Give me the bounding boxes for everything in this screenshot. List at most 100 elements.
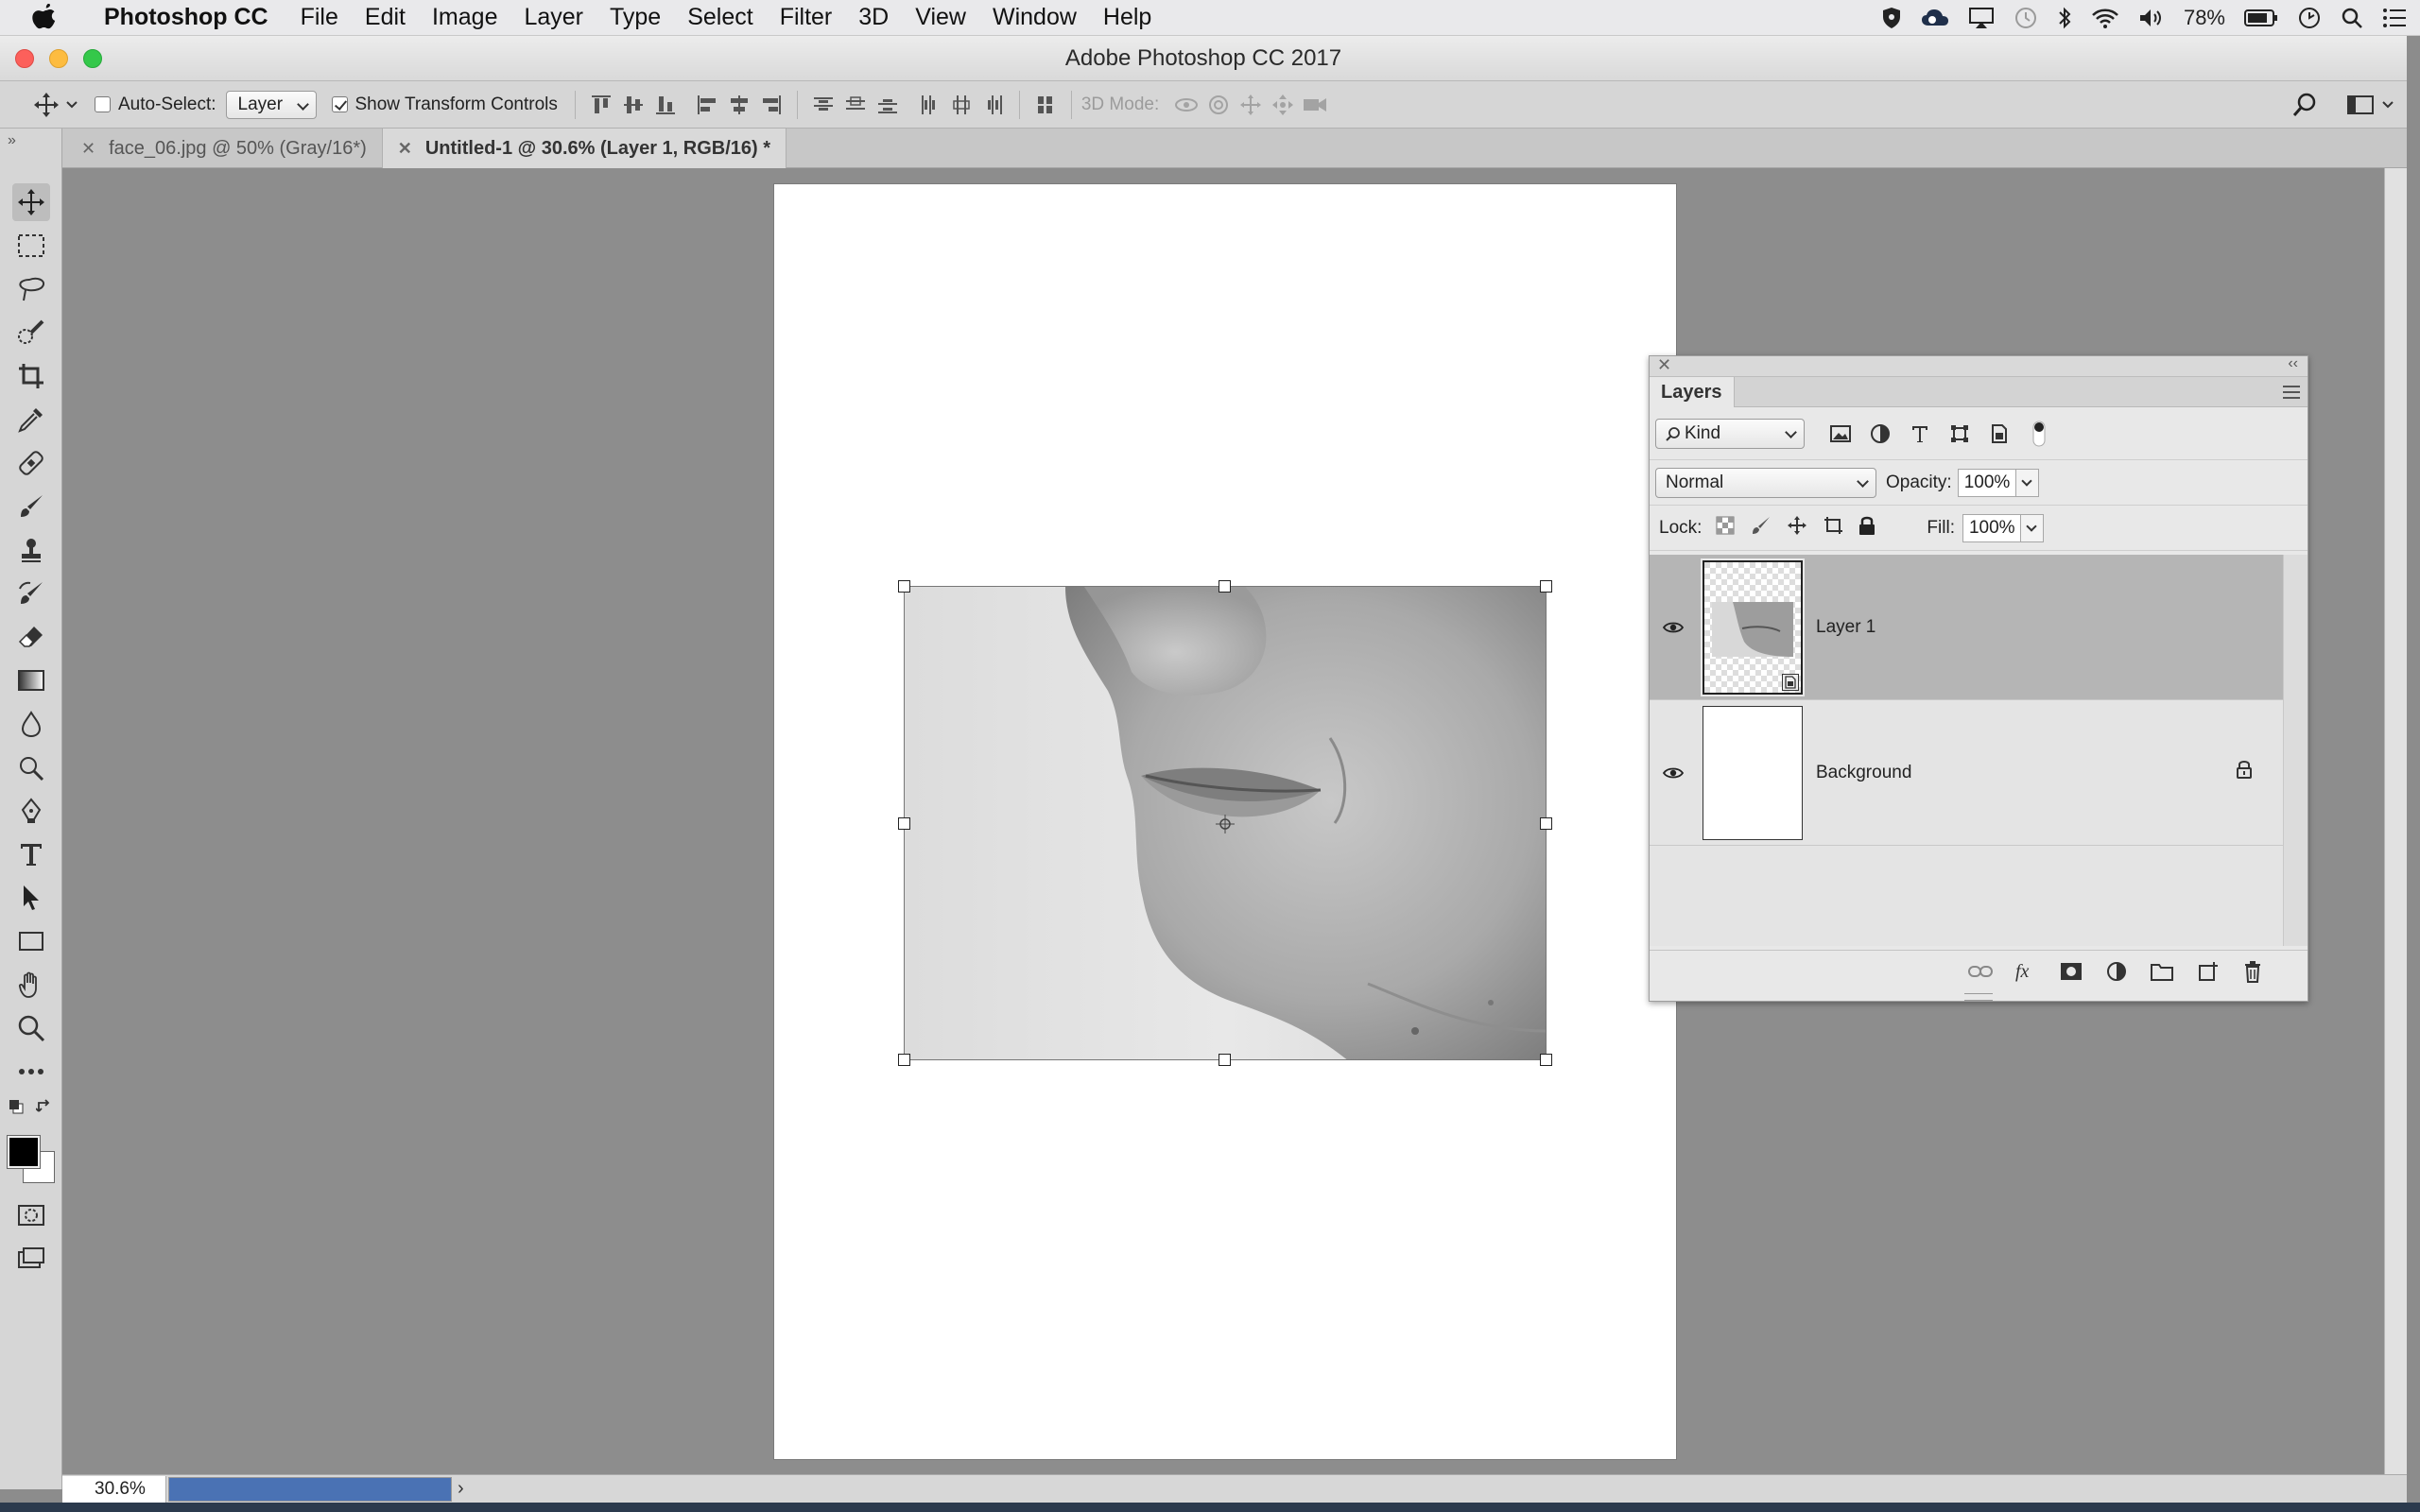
layer-row-layer-1[interactable]: Layer 1 — [1650, 555, 2283, 700]
link-layers-icon[interactable] — [1965, 956, 1996, 987]
menu-select[interactable]: Select — [674, 4, 766, 31]
layer-style-fx-icon[interactable]: fx — [2011, 956, 2041, 987]
panel-resize-grip[interactable] — [1964, 993, 1993, 1001]
workspace-switcher-icon[interactable] — [2344, 89, 2377, 121]
path-selection-tool-icon[interactable] — [12, 879, 50, 917]
zoom-level-field[interactable]: 30.6% — [62, 1475, 166, 1503]
transform-handle[interactable] — [898, 580, 910, 593]
shield-icon[interactable] — [1881, 7, 1902, 29]
lock-all-icon[interactable] — [1858, 515, 1876, 541]
menu-filter[interactable]: Filter — [767, 4, 846, 31]
distribute-left-icon[interactable] — [913, 89, 945, 121]
wifi-icon[interactable] — [2091, 7, 2119, 29]
menu-3d[interactable]: 3D — [845, 4, 902, 31]
filter-pixel-icon[interactable] — [1825, 419, 1856, 449]
move-tool-icon[interactable] — [12, 183, 50, 221]
adjustment-layer-icon[interactable] — [2101, 956, 2132, 987]
lock-position-icon[interactable] — [1787, 515, 1807, 541]
blend-mode-dropdown[interactable]: Normal — [1655, 467, 1876, 498]
new-layer-icon[interactable] — [2192, 956, 2222, 987]
opacity-dropdown-button[interactable] — [2015, 468, 2039, 497]
layer-name[interactable]: Background — [1816, 763, 1911, 783]
distribute-horizontal-center-icon[interactable] — [945, 89, 977, 121]
swap-colors-icon[interactable] — [34, 1096, 55, 1117]
airplay-icon[interactable] — [1968, 7, 1995, 29]
notification-center-icon[interactable] — [2382, 8, 2407, 28]
new-group-folder-icon[interactable] — [2147, 956, 2177, 987]
vertical-scrollbar[interactable] — [2384, 168, 2407, 1474]
tab-layers[interactable]: Layers — [1650, 377, 1735, 407]
auto-align-layers-icon[interactable] — [1029, 89, 1062, 121]
filter-toggle-icon[interactable] — [2024, 419, 2054, 449]
opacity-field[interactable]: 100% — [1957, 468, 2016, 497]
search-icon[interactable] — [2290, 89, 2322, 121]
lock-transparency-icon[interactable] — [1715, 515, 1736, 541]
bluetooth-icon[interactable] — [2057, 6, 2072, 30]
distribute-top-icon[interactable] — [807, 89, 839, 121]
gradient-tool-icon[interactable] — [12, 662, 50, 699]
lock-artboard-icon[interactable] — [1823, 515, 1843, 541]
chevron-down-icon[interactable] — [2382, 94, 2394, 115]
menu-window[interactable]: Window — [979, 4, 1090, 31]
history-brush-tool-icon[interactable] — [12, 575, 50, 612]
lock-image-pixels-icon[interactable] — [1751, 515, 1772, 541]
menu-help[interactable]: Help — [1090, 4, 1165, 31]
quick-selection-tool-icon[interactable] — [12, 314, 50, 352]
layers-scrollbar[interactable] — [2283, 555, 2308, 946]
menu-view[interactable]: View — [902, 4, 979, 31]
menu-app-name[interactable]: Photoshop CC — [91, 4, 282, 31]
collapse-panel-icon[interactable]: » — [8, 132, 16, 149]
eraser-tool-icon[interactable] — [12, 618, 50, 656]
visibility-eye-icon[interactable] — [1650, 621, 1697, 634]
creative-cloud-icon[interactable] — [1921, 7, 1949, 29]
apple-icon[interactable] — [32, 3, 64, 32]
distribute-right-icon[interactable] — [977, 89, 1010, 121]
auto-select-checkbox[interactable] — [95, 96, 111, 112]
transform-handle[interactable] — [1540, 580, 1552, 593]
time-machine-icon[interactable] — [2014, 6, 2038, 30]
hand-tool-icon[interactable] — [12, 966, 50, 1004]
battery-icon[interactable] — [2244, 9, 2278, 27]
3d-slide-icon[interactable] — [1267, 89, 1299, 121]
close-tab-icon[interactable]: ✕ — [81, 139, 95, 159]
fill-field[interactable]: 100% — [1962, 513, 2021, 542]
clone-stamp-tool-icon[interactable] — [12, 531, 50, 569]
transform-handle[interactable] — [1540, 817, 1552, 830]
default-colors-icon[interactable] — [6, 1096, 26, 1117]
transform-handle[interactable] — [1219, 1054, 1231, 1066]
fill-dropdown-button[interactable] — [2020, 513, 2044, 542]
rectangle-tool-icon[interactable] — [12, 922, 50, 960]
align-left-icon[interactable] — [691, 89, 723, 121]
foreground-color-swatch[interactable] — [7, 1135, 41, 1169]
filter-kind-dropdown[interactable]: Kind — [1655, 418, 1805, 449]
layer-row-background[interactable]: Background — [1650, 700, 2283, 846]
crop-tool-icon[interactable] — [12, 357, 50, 395]
3d-orbit-icon[interactable] — [1170, 89, 1202, 121]
menu-layer[interactable]: Layer — [510, 4, 596, 31]
brush-tool-icon[interactable] — [12, 488, 50, 525]
type-tool-icon[interactable] — [12, 835, 50, 873]
delete-layer-trash-icon[interactable] — [2238, 956, 2268, 987]
screen-mode-icon[interactable] — [12, 1240, 50, 1278]
layer-name[interactable]: Layer 1 — [1816, 617, 1876, 638]
move-tool-preset-icon[interactable] — [30, 89, 62, 121]
spotlight-search-icon[interactable] — [2341, 7, 2363, 29]
align-right-icon[interactable] — [755, 89, 787, 121]
healing-brush-tool-icon[interactable] — [12, 444, 50, 482]
add-mask-icon[interactable] — [2056, 956, 2086, 987]
align-top-icon[interactable] — [585, 89, 617, 121]
filter-smart-object-icon[interactable] — [1984, 419, 2014, 449]
show-transform-checkbox[interactable] — [331, 96, 348, 112]
transform-handle[interactable] — [1219, 580, 1231, 593]
pen-tool-icon[interactable] — [12, 792, 50, 830]
reference-point-icon[interactable] — [1216, 815, 1235, 838]
transform-handle[interactable] — [898, 1054, 910, 1066]
distribute-vertical-center-icon[interactable] — [839, 89, 872, 121]
filter-type-icon[interactable] — [1905, 419, 1935, 449]
menu-type[interactable]: Type — [596, 4, 674, 31]
collapse-panel-icon[interactable]: ‹‹ — [2288, 355, 2298, 372]
marquee-tool-icon[interactable] — [12, 227, 50, 265]
transform-handle[interactable] — [898, 817, 910, 830]
zoom-tool-icon[interactable] — [12, 1009, 50, 1047]
align-bottom-icon[interactable] — [649, 89, 682, 121]
